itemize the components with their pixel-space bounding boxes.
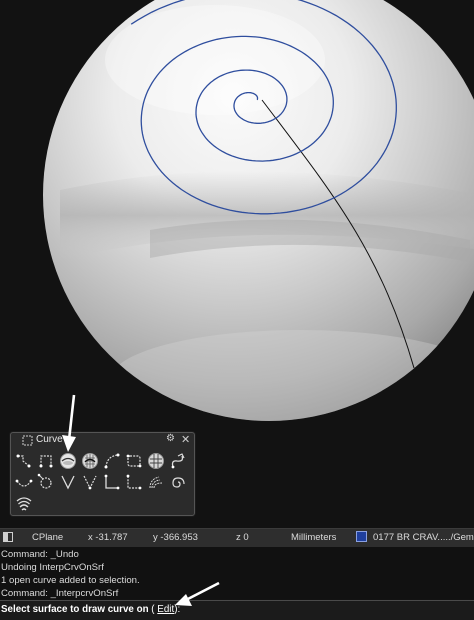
line-icon[interactable] bbox=[59, 473, 77, 491]
units-label[interactable]: Millimeters bbox=[291, 532, 336, 543]
prompt-option-open: ( bbox=[151, 604, 155, 615]
prompt-option-close: ): bbox=[174, 604, 181, 615]
sphere-surface[interactable] bbox=[43, 0, 474, 430]
command-history: Command: _Undo Undoing InterpCrvOnSrf 1 … bbox=[0, 547, 474, 599]
helix-icon[interactable] bbox=[147, 473, 165, 491]
prompt-option-edit[interactable]: Edit bbox=[157, 604, 174, 615]
interpolate-on-mesh-icon[interactable] bbox=[81, 452, 99, 470]
rectangle-icon[interactable] bbox=[125, 473, 143, 491]
history-line: Command: _InterpcrvOnSrf bbox=[1, 588, 119, 599]
history-line: 1 open curve added to selection. bbox=[1, 575, 140, 586]
sketch-curve-icon[interactable] bbox=[125, 452, 143, 470]
conic-icon[interactable] bbox=[15, 494, 33, 512]
history-line: Undoing InterpCrvOnSrf bbox=[1, 562, 104, 573]
polyline-tool-icon[interactable] bbox=[15, 452, 33, 470]
gear-icon[interactable]: ⚙ bbox=[166, 433, 175, 444]
control-point-curve-icon[interactable] bbox=[103, 452, 121, 470]
x-coordinate: x -31.787 bbox=[88, 532, 128, 543]
blend-curve-icon[interactable] bbox=[103, 473, 121, 491]
curve-from-surface-icon[interactable] bbox=[147, 452, 165, 470]
circle-tangent-icon[interactable] bbox=[37, 473, 55, 491]
spiral-icon[interactable] bbox=[169, 473, 187, 491]
close-icon[interactable]: ✕ bbox=[181, 433, 190, 446]
z-coordinate: z 0 bbox=[236, 532, 249, 543]
history-line: Command: _Undo bbox=[1, 549, 79, 560]
handle-curve-icon[interactable] bbox=[169, 452, 187, 470]
command-prompt[interactable]: Select surface to draw curve on ( Edit): bbox=[0, 600, 474, 620]
curve-control-points-icon[interactable] bbox=[37, 452, 55, 470]
toolbar-grip-icon bbox=[22, 435, 33, 446]
y-coordinate: y -366.953 bbox=[153, 532, 198, 543]
fillet-icon[interactable] bbox=[81, 473, 99, 491]
arc-icon[interactable] bbox=[15, 473, 33, 491]
current-layer[interactable]: 0177 BR CRAV...../Gem C( bbox=[373, 532, 474, 543]
prompt-text: Select surface to draw curve on bbox=[1, 604, 149, 615]
curve-toolbar-panel[interactable]: Curve ⚙ ✕ bbox=[10, 432, 195, 516]
layer-color-swatch[interactable] bbox=[356, 531, 367, 542]
cplane-label[interactable]: CPlane bbox=[32, 532, 63, 543]
curve-toolbar-title: Curve bbox=[36, 434, 63, 445]
status-bar: CPlane x -31.787 y -366.953 z 0 Millimet… bbox=[0, 528, 474, 548]
panel-toggle-icon[interactable] bbox=[3, 532, 13, 542]
curve-on-surface-icon[interactable] bbox=[59, 452, 77, 470]
curve-toolbar-titlebar[interactable]: Curve ⚙ ✕ bbox=[11, 433, 194, 448]
